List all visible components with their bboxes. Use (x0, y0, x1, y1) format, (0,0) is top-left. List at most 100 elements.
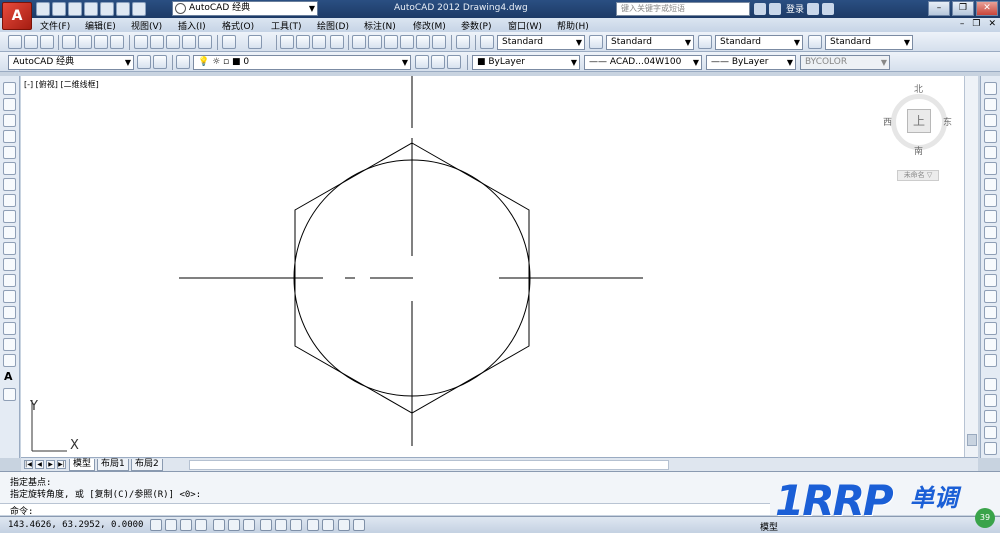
calculator-icon[interactable] (432, 35, 446, 49)
menu-edit[interactable]: 编辑(E) (85, 19, 116, 32)
close-button[interactable]: ✕ (976, 1, 998, 16)
markup-icon[interactable] (416, 35, 430, 49)
explode-icon[interactable] (984, 354, 997, 367)
copy-icon[interactable] (150, 35, 164, 49)
scroll-thumb[interactable] (967, 434, 977, 446)
blend-curves-icon[interactable] (984, 338, 997, 351)
menu-draw[interactable]: 绘图(D) (317, 19, 349, 32)
dim-style-select[interactable]: Standard ▼ (606, 35, 694, 50)
region-icon[interactable] (3, 338, 16, 351)
open-icon[interactable] (24, 35, 38, 49)
layer-iso-icon[interactable] (447, 55, 461, 69)
menu-tools[interactable]: 工具(T) (271, 19, 302, 32)
mleader-style-icon[interactable] (808, 35, 822, 49)
qnew-icon[interactable] (8, 35, 22, 49)
redo-icon[interactable] (132, 2, 146, 16)
design-center-icon[interactable] (368, 35, 382, 49)
snap-mode-icon[interactable] (165, 519, 177, 531)
exchange-icon[interactable] (807, 2, 820, 15)
user-icon[interactable] (769, 2, 781, 15)
restore-button[interactable]: ❐ (952, 1, 974, 16)
scale-icon[interactable] (984, 194, 997, 207)
workspace-select-2[interactable]: AutoCAD 经典 ▼ (8, 55, 134, 70)
next-tab-button[interactable]: ▶ (46, 460, 55, 469)
cut-icon[interactable] (134, 35, 148, 49)
dim-style-icon[interactable] (589, 35, 603, 49)
zoom-realtime-icon[interactable] (296, 35, 310, 49)
lineweight-select[interactable]: —— ByLayer ▼ (706, 55, 796, 70)
save-icon[interactable] (68, 2, 82, 16)
grid-display-icon[interactable] (180, 519, 192, 531)
circle-icon[interactable] (3, 178, 16, 191)
3d-dwf-icon[interactable] (110, 35, 124, 49)
ortho-mode-icon[interactable] (195, 519, 207, 531)
make-current-layer-icon[interactable] (415, 55, 429, 69)
offset-icon[interactable] (984, 130, 997, 143)
menu-dimension[interactable]: 标注(N) (364, 19, 396, 32)
layer-previous-icon[interactable] (431, 55, 445, 69)
menu-view[interactable]: 视图(V) (131, 19, 162, 32)
match-properties-icon[interactable] (182, 35, 196, 49)
send-under-icon[interactable] (984, 442, 997, 455)
lineweight-icon[interactable] (307, 519, 319, 531)
copy-object-icon[interactable] (984, 98, 997, 111)
construction-line-icon[interactable] (3, 98, 16, 111)
send-back-icon[interactable] (984, 410, 997, 423)
rotate-icon[interactable] (984, 178, 997, 191)
wcs-menu[interactable]: 未命名 ▽ (897, 170, 939, 181)
viewcube-west[interactable]: 西 (883, 115, 892, 128)
save-as-icon[interactable] (84, 2, 98, 16)
chamfer-icon[interactable] (984, 306, 997, 319)
menu-modify[interactable]: 修改(M) (413, 19, 446, 32)
rectangle-icon[interactable] (3, 146, 16, 159)
fillet-icon[interactable] (984, 322, 997, 335)
undo-icon[interactable] (116, 2, 130, 16)
new-file-icon[interactable] (36, 2, 50, 16)
table-style-icon[interactable] (698, 35, 712, 49)
help-icon[interactable] (456, 35, 470, 49)
bring-front-icon[interactable] (984, 394, 997, 407)
print-icon[interactable] (100, 2, 114, 16)
help-icon[interactable] (822, 2, 835, 15)
doc-close-button[interactable]: ✕ (988, 19, 996, 29)
doc-minimize-button[interactable]: – (960, 19, 965, 29)
doc-restore-button[interactable]: ❐ (972, 19, 980, 29)
make-block-icon[interactable] (3, 274, 16, 287)
revision-cloud-icon[interactable] (3, 194, 16, 207)
drawing-canvas[interactable]: [-] [俯视] [二维线框] 北 南 东 西 上 未命名 ▽ Y X (21, 76, 964, 457)
spline-icon[interactable] (3, 210, 16, 223)
erase-icon[interactable] (984, 82, 997, 95)
move-icon[interactable] (984, 162, 997, 175)
prev-tab-button[interactable]: ◀ (35, 460, 44, 469)
menu-help[interactable]: 帮助(H) (557, 19, 589, 32)
trim-icon[interactable] (984, 226, 997, 239)
selection-cycling-icon[interactable] (353, 519, 365, 531)
layer-select[interactable]: 💡 ☼ ▫ ■ 0 ▼ (193, 55, 411, 70)
binoculars-icon[interactable] (754, 2, 766, 15)
first-tab-button[interactable]: |◀ (24, 460, 33, 469)
object-snap-icon[interactable] (228, 519, 240, 531)
break-at-point-icon[interactable] (984, 258, 997, 271)
object-snap-tracking-icon[interactable] (260, 519, 272, 531)
menu-file[interactable]: 文件(F) (40, 19, 70, 32)
viewcube-east[interactable]: 东 (943, 115, 952, 128)
coordinates-readout[interactable]: 143.4626, 63.2952, 0.0000 (8, 520, 143, 530)
zoom-previous-icon[interactable] (330, 35, 344, 49)
transparency-icon[interactable] (322, 519, 334, 531)
gradient-icon[interactable] (3, 322, 16, 335)
tab-layout2[interactable]: 布局2 (131, 459, 163, 471)
join-icon[interactable] (984, 290, 997, 303)
block-editor-icon[interactable] (198, 35, 212, 49)
workspace-select[interactable]: AutoCAD 经典 ▼ (172, 1, 318, 16)
plotstyle-select[interactable]: BYCOLOR ▼ (800, 55, 890, 70)
vertical-scrollbar[interactable] (964, 76, 978, 457)
mirror-icon[interactable] (984, 114, 997, 127)
quick-properties-icon[interactable] (338, 519, 350, 531)
polygon-icon[interactable] (3, 130, 16, 143)
polar-tracking-icon[interactable] (213, 519, 225, 531)
properties-icon[interactable] (352, 35, 366, 49)
workspace-settings-icon[interactable] (137, 55, 151, 69)
stretch-icon[interactable] (984, 210, 997, 223)
polyline-icon[interactable] (3, 114, 16, 127)
table-icon[interactable] (3, 354, 16, 367)
